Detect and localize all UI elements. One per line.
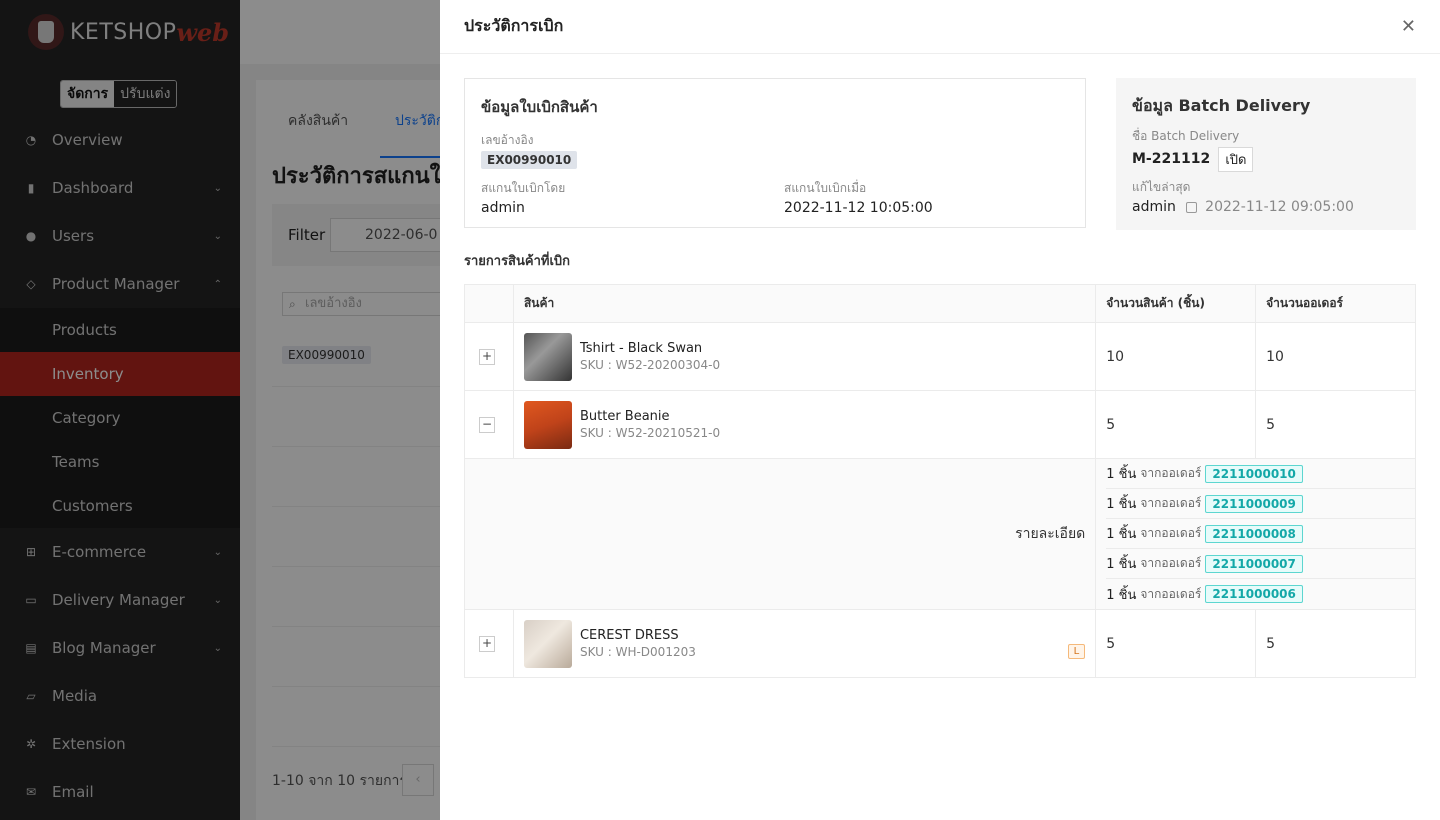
product-sku: SKU : WH-D001203 <box>579 645 696 659</box>
detail-qty: 1 ชิ้น <box>1106 557 1137 572</box>
scanned-by-value: admin <box>481 200 525 216</box>
drawer-header: ประวัติการเบิก ✕ <box>440 0 1440 54</box>
list-item: 1 ชิ้น จากออเดอร์ 2211000007 <box>1106 549 1415 579</box>
close-icon[interactable]: ✕ <box>1401 16 1416 37</box>
detail-qty: 1 ชิ้น <box>1106 497 1137 512</box>
order-tag[interactable]: 2211000006 <box>1205 585 1303 603</box>
detail-qty: 1 ชิ้น <box>1106 527 1137 542</box>
items-table: สินค้า จำนวนสินค้า (ชิ้น) จำนวนออเดอร์ +… <box>463 284 1416 678</box>
detail-label: รายละเอียด <box>463 458 1097 610</box>
ref-label: เลขอ้างอิง <box>481 133 534 147</box>
size-badge: L <box>1067 643 1086 659</box>
detail-qty: 1 ชิ้น <box>1106 467 1137 482</box>
column-header-orders: จำนวนออเดอร์ <box>1255 284 1416 323</box>
product-sku: SKU : W52-20210521-0 <box>579 426 721 440</box>
product-name: Tshirt - Black Swan <box>579 341 703 356</box>
expanded-detail-row: รายละเอียด 1 ชิ้น จากออเดอร์ 2211000010 1 … <box>463 458 1416 610</box>
batch-name-label: ชื่อ Batch Delivery <box>1132 129 1240 143</box>
orders-cell: 5 <box>1255 390 1416 459</box>
status-badge: เปิด <box>1218 147 1254 172</box>
product-name: Butter Beanie <box>579 409 670 424</box>
edited-label: แก้ไขล่าสุด <box>1132 180 1191 194</box>
qty-cell: 5 <box>1095 390 1257 459</box>
column-header-qty: จำนวนสินค้า (ชิ้น) <box>1095 284 1257 323</box>
drawer-title: ประวัติการเบิก <box>464 16 564 35</box>
product-name: CEREST DRESS <box>579 628 679 643</box>
product-thumbnail <box>523 400 572 449</box>
scanned-at-label: สแกนใบเบิกเมื่อ <box>784 181 867 195</box>
table-row: − Butter Beanie SKU : W52-20210521-0 5 5 <box>464 390 1416 459</box>
list-item: 1 ชิ้น จากออเดอร์ 2211000008 <box>1106 519 1415 549</box>
table-row: + CEREST DRESS SKU : WH-D001203 L 5 5 <box>464 609 1416 678</box>
detail-from: จากออเดอร์ <box>1140 586 1202 601</box>
qty-cell: 5 <box>1095 609 1257 678</box>
orders-cell: 10 <box>1255 322 1416 391</box>
order-tag[interactable]: 2211000007 <box>1205 554 1303 573</box>
list-item: 1 ชิ้น จากออเดอร์ 2211000006 <box>1106 579 1415 609</box>
detail-qty: 1 ชิ้น <box>1106 587 1137 603</box>
ref-value: EX00990010 <box>481 151 578 169</box>
detail-from: จากออเดอร์ <box>1140 466 1202 480</box>
orders-cell: 5 <box>1255 609 1416 678</box>
batch-info-title: ข้อมูล Batch Delivery <box>1132 96 1311 115</box>
collapse-row-button[interactable]: − <box>479 416 495 433</box>
detail-from: จากออเดอร์ <box>1140 496 1202 510</box>
batch-name-value: M-221112 <box>1132 151 1211 167</box>
calendar-icon <box>1186 202 1198 213</box>
product-sku: SKU : W52-20200304-0 <box>579 358 721 372</box>
requisition-info-title: ข้อมูลใบเบิกสินค้า <box>481 98 598 116</box>
detail-from: จากออเดอร์ <box>1140 556 1202 570</box>
order-tag[interactable]: 2211000010 <box>1205 464 1303 483</box>
detail-list: 1 ชิ้น จากออเดอร์ 2211000010 1 ชิ้น จากออเด… <box>1106 459 1415 609</box>
expand-row-button[interactable]: + <box>479 348 495 365</box>
table-header-row: สินค้า จำนวนสินค้า (ชิ้น) จำนวนออเดอร์ <box>464 284 1416 323</box>
table-row: + Tshirt - Black Swan SKU : W52-20200304… <box>464 322 1416 391</box>
product-thumbnail <box>523 619 572 668</box>
scanned-at-value: 2022-11-12 10:05:00 <box>784 200 933 216</box>
list-item: 1 ชิ้น จากออเดอร์ 2211000010 <box>1106 459 1415 489</box>
order-tag[interactable]: 2211000009 <box>1205 494 1303 513</box>
column-header-product: สินค้า <box>512 284 1097 323</box>
requisition-info-card: ข้อมูลใบเบิกสินค้า เลขอ้างอิง EX00990010… <box>464 78 1086 228</box>
expand-row-button[interactable]: + <box>479 635 495 652</box>
items-list-title: รายการสินค้าที่เบิก <box>464 254 571 269</box>
history-drawer: ประวัติการเบิก ✕ ข้อมูลใบเบิกสินค้า เลขอ… <box>440 0 1440 820</box>
order-tag[interactable]: 2211000008 <box>1205 524 1303 543</box>
detail-from: จากออเดอร์ <box>1140 526 1202 540</box>
product-thumbnail <box>523 332 572 381</box>
expand-column-header <box>464 284 514 323</box>
qty-cell: 10 <box>1095 322 1257 391</box>
edited-by: admin <box>1132 199 1176 215</box>
list-item: 1 ชิ้น จากออเดอร์ 2211000009 <box>1106 489 1415 519</box>
scanned-by-label: สแกนใบเบิกโดย <box>481 181 566 195</box>
batch-delivery-card: ข้อมูล Batch Delivery ชื่อ Batch Deliver… <box>1116 78 1416 230</box>
modal-overlay[interactable] <box>0 0 440 820</box>
edited-at: 2022-11-12 09:05:00 <box>1205 199 1354 215</box>
